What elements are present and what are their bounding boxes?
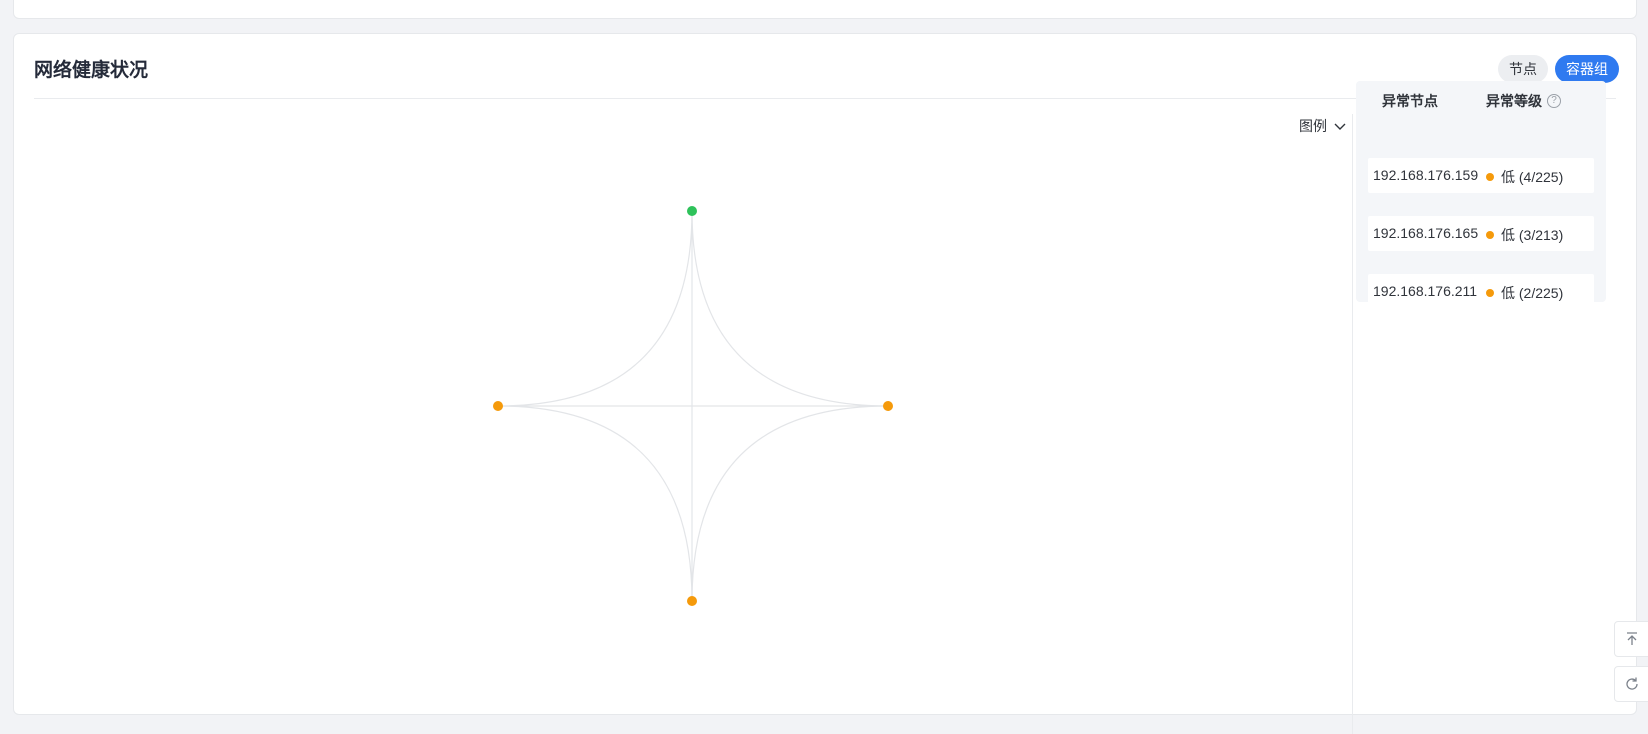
graph-edge bbox=[497, 210, 693, 407]
row-level-text: 低 (4/225) bbox=[1501, 169, 1564, 185]
status-dot-icon bbox=[1486, 231, 1494, 239]
row-level-text: 低 (3/213) bbox=[1501, 227, 1564, 243]
graph-node-bottom[interactable] bbox=[687, 596, 697, 606]
graph-edge bbox=[691, 405, 889, 602]
row-ip: 192.168.176.159 bbox=[1373, 167, 1479, 183]
back-to-top-button[interactable] bbox=[1614, 621, 1648, 657]
column-header-level: 异常等级 ? bbox=[1486, 91, 1561, 111]
graph-edges bbox=[497, 210, 889, 602]
help-icon[interactable]: ? bbox=[1547, 94, 1561, 108]
anomaly-panel: 异常节点 异常等级 ? 192.168.176.159 低 (4/225) 19… bbox=[1356, 81, 1606, 309]
arrow-up-to-line-icon bbox=[1627, 632, 1637, 645]
graph-node-right[interactable] bbox=[883, 401, 893, 411]
refresh-button[interactable] bbox=[1614, 666, 1648, 702]
graph-node-top[interactable] bbox=[687, 206, 697, 216]
graph-edge bbox=[497, 405, 693, 602]
anomaly-panel-header: 异常节点 异常等级 ? bbox=[1356, 91, 1606, 113]
row-level: 低 (2/225) bbox=[1486, 283, 1563, 303]
refresh-icon bbox=[1626, 677, 1638, 690]
row-ip: 192.168.176.165 bbox=[1373, 225, 1479, 241]
graph-node-left[interactable] bbox=[493, 401, 503, 411]
table-row[interactable]: 192.168.176.165 低 (3/213) bbox=[1368, 216, 1594, 251]
status-dot-icon bbox=[1486, 173, 1494, 181]
status-dot-icon bbox=[1486, 289, 1494, 297]
row-level: 低 (3/213) bbox=[1486, 225, 1563, 245]
graph-edge bbox=[691, 210, 889, 407]
table-row[interactable]: 192.168.176.159 低 (4/225) bbox=[1368, 158, 1594, 193]
table-row[interactable]: 192.168.176.211 低 (2/225) bbox=[1368, 274, 1594, 309]
row-ip: 192.168.176.211 bbox=[1373, 283, 1478, 299]
column-header-level-label: 异常等级 bbox=[1486, 93, 1542, 109]
column-header-node: 异常节点 bbox=[1382, 93, 1438, 109]
row-level: 低 (4/225) bbox=[1486, 167, 1563, 187]
row-level-text: 低 (2/225) bbox=[1501, 285, 1564, 301]
